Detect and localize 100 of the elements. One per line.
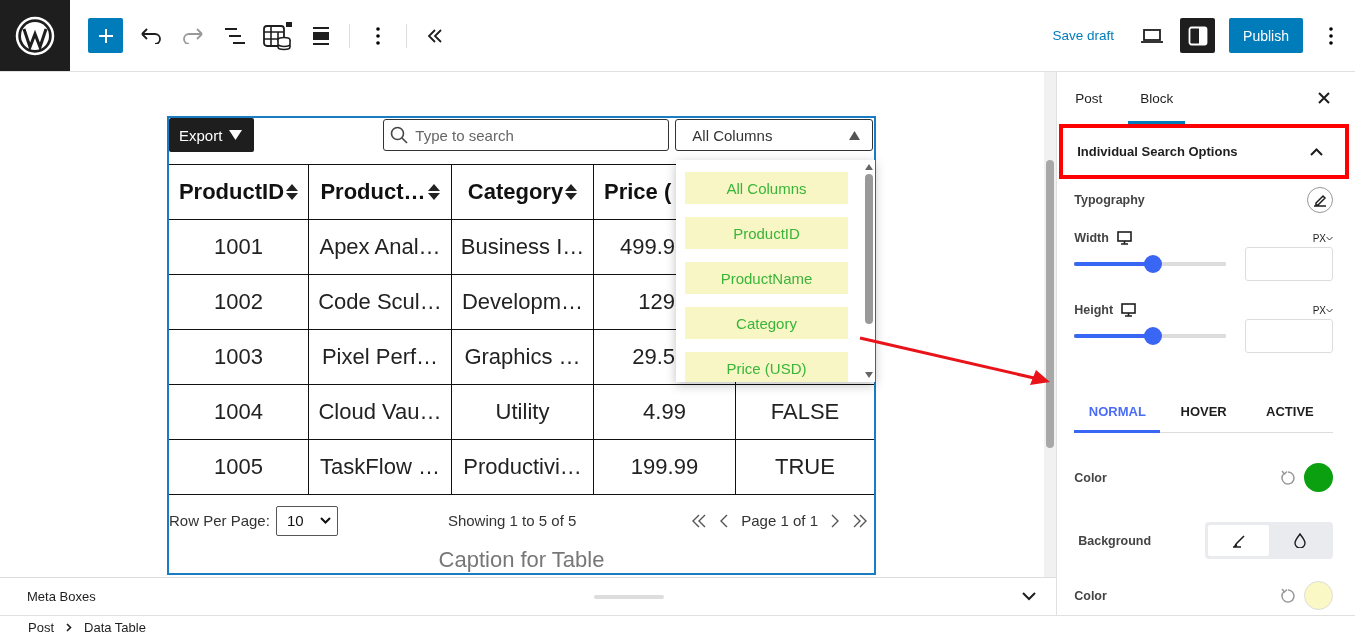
- slider-label: Width: [1074, 231, 1109, 245]
- slider-thumb[interactable]: [1144, 255, 1163, 273]
- last-page-icon[interactable]: [852, 512, 868, 529]
- table-cell: 1001: [169, 219, 309, 274]
- table-cell: Graphics …: [452, 329, 594, 384]
- state-tab[interactable]: NORMAL: [1074, 393, 1161, 433]
- table-cell: Cloud Vau…: [309, 384, 452, 439]
- rows-per-page-label: Row Per Page:: [169, 512, 270, 530]
- scroll-up-icon[interactable]: [865, 164, 873, 170]
- column-header[interactable]: Product…: [309, 164, 452, 219]
- redo-icon: [182, 27, 204, 44]
- panel-title[interactable]: Individual Search Options: [1077, 144, 1238, 159]
- color-label: Color: [1074, 470, 1107, 485]
- slider-thumb[interactable]: [1144, 327, 1163, 345]
- save-draft-button[interactable]: Save draft: [1052, 28, 1115, 43]
- table-cell: TaskFlow …: [309, 439, 452, 494]
- state-tab[interactable]: ACTIVE: [1246, 393, 1333, 433]
- sort-icon: [565, 182, 578, 201]
- chevron-down-icon[interactable]: [1022, 592, 1037, 601]
- wordpress-icon: [15, 15, 55, 56]
- sidebar-icon: [1187, 25, 1208, 46]
- breadcrumb-link[interactable]: Post: [28, 619, 54, 635]
- sort-icon: [286, 182, 299, 201]
- double-chevron-left-icon: [427, 27, 443, 44]
- table-cell: Developm…: [452, 274, 594, 329]
- align-icon: [312, 26, 330, 45]
- solid-option[interactable]: [1208, 525, 1269, 556]
- table-cell: Business I…: [452, 219, 594, 274]
- more-vertical-icon: [1329, 26, 1333, 45]
- table-cell: Code Scul…: [309, 274, 452, 329]
- table-caption: Caption for Table: [437, 547, 606, 573]
- slider-label: Height: [1074, 303, 1114, 317]
- more-vertical-icon: [376, 26, 380, 45]
- state-tab[interactable]: HOVER: [1160, 393, 1247, 433]
- next-page-icon[interactable]: [830, 512, 840, 529]
- color-swatch[interactable]: [1304, 463, 1333, 492]
- sidebar-tab[interactable]: Block: [1128, 72, 1186, 124]
- table-cell: Productivi…: [452, 439, 594, 494]
- table-cell: Utility: [452, 384, 594, 439]
- unit-select[interactable]: PX: [1312, 304, 1333, 316]
- sidebar-tab[interactable]: Post: [1063, 72, 1115, 124]
- column-select[interactable]: All Columns: [675, 119, 874, 152]
- desktop-icon[interactable]: [1121, 303, 1137, 317]
- desktop-icon[interactable]: [1116, 231, 1132, 245]
- showing-count: Showing 1 to 5 of 5: [447, 512, 577, 530]
- chevron-down-icon: [1326, 235, 1333, 241]
- value-input[interactable]: [1245, 247, 1333, 281]
- caret-icon: [229, 130, 243, 141]
- search-icon: [390, 126, 409, 145]
- chevron-icon[interactable]: [1310, 147, 1323, 156]
- meta-boxes-label: Meta Boxes: [27, 589, 96, 604]
- table-cell: 1002: [169, 274, 309, 329]
- sort-icon: [427, 182, 440, 201]
- table-block[interactable]: [167, 116, 876, 575]
- scroll-down-icon[interactable]: [865, 372, 873, 378]
- column-header[interactable]: Category: [452, 164, 594, 219]
- resize-handle[interactable]: [593, 594, 664, 599]
- wordpress-logo[interactable]: [0, 0, 70, 71]
- table-cell: 1003: [169, 329, 309, 384]
- rows-per-page-select[interactable]: 10: [275, 505, 338, 536]
- brush-icon: [1231, 533, 1246, 548]
- search-field[interactable]: Type to search: [383, 119, 670, 152]
- close-icon[interactable]: [1318, 92, 1330, 104]
- publish-button[interactable]: Publish: [1229, 18, 1303, 53]
- settings-toggle-button[interactable]: [1180, 18, 1216, 53]
- list-icon: [224, 26, 246, 45]
- unit-select[interactable]: PX: [1312, 232, 1333, 244]
- column-header[interactable]: ProductID: [169, 164, 309, 219]
- header-label: Category: [467, 178, 564, 205]
- breadcrumb-link[interactable]: Data Table: [84, 619, 146, 635]
- pencil-icon: [1313, 193, 1327, 207]
- table-cell: Apex Anal…: [309, 219, 452, 274]
- table-cell: 1005: [169, 439, 309, 494]
- first-page-icon[interactable]: [691, 512, 708, 529]
- add-block-button[interactable]: [88, 18, 123, 53]
- header-label: Price (: [604, 178, 672, 205]
- undo-icon: [140, 27, 162, 44]
- table-cell: 4.99: [594, 384, 736, 439]
- export-button[interactable]: Export: [169, 118, 255, 153]
- laptop-icon: [1141, 27, 1164, 44]
- table-cell: 199.99: [594, 439, 736, 494]
- chevron-down-icon: [319, 517, 331, 525]
- color-label: Color: [1074, 588, 1107, 603]
- previous-page-icon[interactable]: [719, 512, 730, 529]
- background-label: Background: [1078, 533, 1152, 548]
- plus-icon: [97, 27, 114, 44]
- chevron-right-icon: [66, 622, 72, 632]
- value-input[interactable]: [1245, 319, 1333, 353]
- header-label: ProductID: [178, 178, 285, 205]
- typography-label: Typography: [1074, 193, 1145, 207]
- table-cell: Pixel Perf…: [309, 329, 452, 384]
- caret-icon: [849, 130, 861, 140]
- page-indicator: Page 1 of 1: [741, 512, 818, 530]
- header-label: Product…: [320, 178, 426, 205]
- color-swatch[interactable]: [1304, 581, 1333, 610]
- reset-icon[interactable]: [1280, 469, 1296, 486]
- table-cell-text: TRUE: [774, 452, 836, 481]
- scrollbar[interactable]: [1044, 72, 1057, 577]
- reset-icon[interactable]: [1280, 587, 1296, 604]
- drop-icon: [1293, 533, 1306, 548]
